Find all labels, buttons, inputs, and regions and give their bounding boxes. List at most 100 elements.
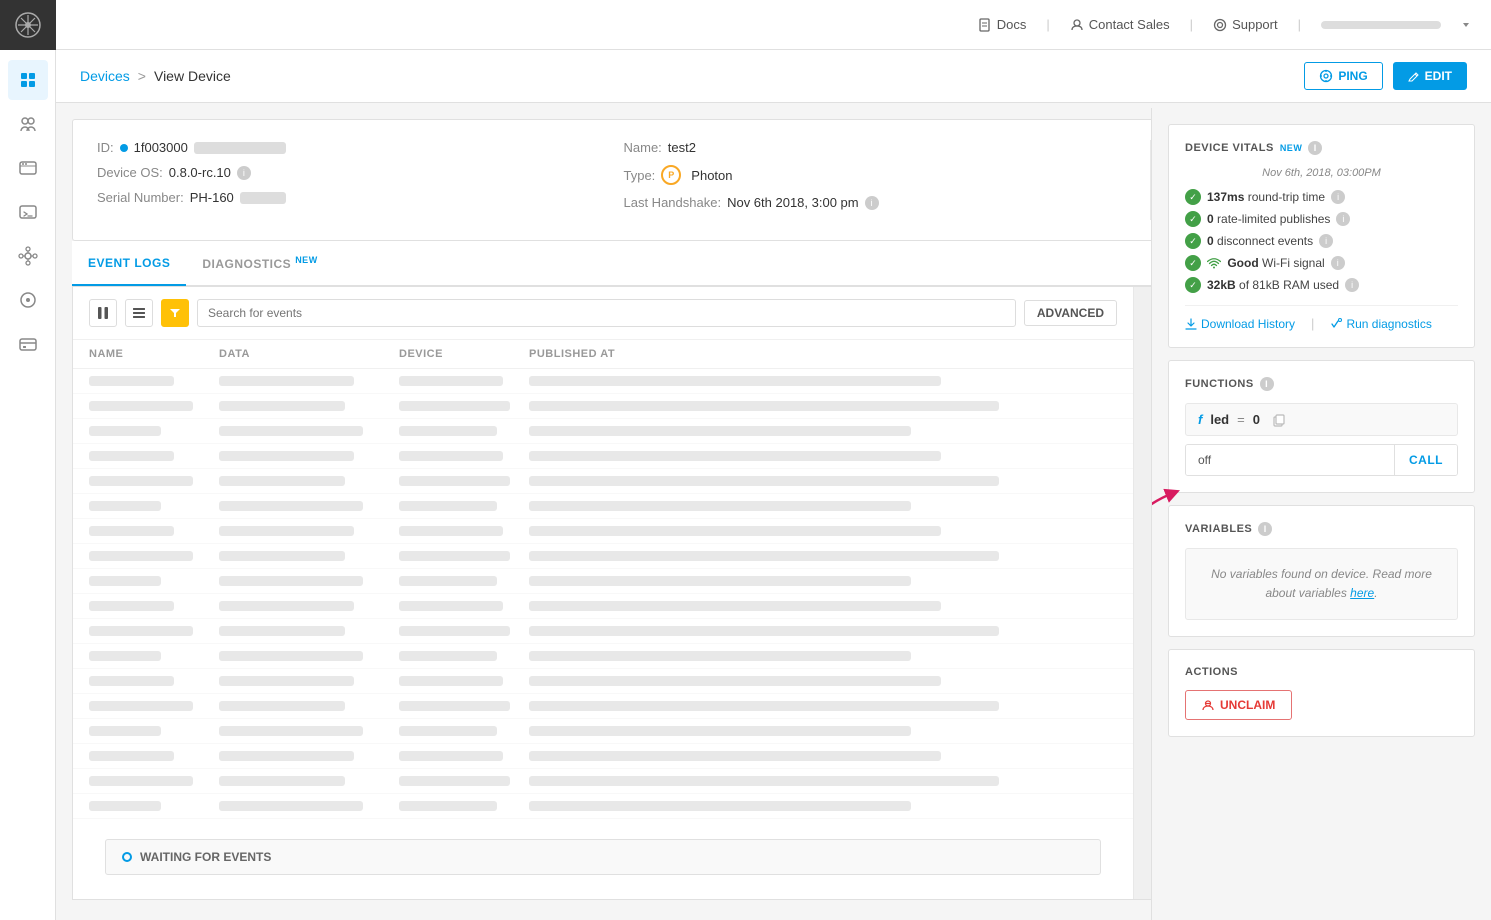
func-input[interactable] — [1186, 445, 1394, 475]
col-data: DATA — [219, 348, 399, 360]
actions-title: ACTIONS — [1185, 666, 1458, 678]
run-diagnostics-link[interactable]: Run diagnostics — [1330, 316, 1431, 331]
sidebar-item-cli[interactable] — [8, 192, 48, 232]
header-actions: PING EDIT — [1304, 62, 1467, 90]
breadcrumb: Devices > View Device — [80, 68, 231, 84]
vital-wifi: Good Wi-Fi signal i — [1185, 255, 1458, 271]
waiting-dot — [122, 852, 132, 862]
device-type: Photon — [691, 168, 732, 183]
subheader: Devices > View Device PING EDIT — [56, 50, 1491, 103]
table-row — [73, 719, 1133, 744]
table-row — [73, 669, 1133, 694]
variables-empty: No variables found on device. Read more … — [1185, 548, 1458, 620]
func-input-row: CALL — [1185, 444, 1458, 476]
variables-info-icon[interactable]: i — [1258, 522, 1272, 536]
col-published-at: PUBLISHED AT — [529, 348, 1117, 360]
filter-button[interactable] — [161, 299, 189, 327]
func-val: 0 — [1253, 412, 1260, 427]
top-nav: Docs | Contact Sales | Support | — [978, 17, 1471, 32]
rtt-info-icon[interactable]: i — [1331, 190, 1345, 204]
functions-info-icon[interactable]: i — [1260, 377, 1274, 391]
download-history-link[interactable]: Download History — [1185, 316, 1295, 331]
ram-check-icon — [1185, 277, 1201, 293]
rate-info-icon[interactable]: i — [1336, 212, 1350, 226]
advanced-button[interactable]: ADVANCED — [1024, 300, 1117, 326]
unclaim-icon — [1202, 699, 1214, 711]
handshake-value: Nov 6th 2018, 3:00 pm — [727, 195, 859, 210]
support-link[interactable]: Support — [1213, 17, 1278, 32]
device-os-value: 0.8.0-rc.10 — [169, 165, 231, 180]
photon-badge: P — [661, 165, 681, 185]
breadcrumb-devices[interactable]: Devices — [80, 68, 130, 84]
serial-blurred: ■■■■■■■ — [240, 192, 287, 204]
vitals-info-icon[interactable]: i — [1308, 141, 1322, 155]
handshake-info-icon[interactable]: i — [865, 196, 879, 210]
docs-link[interactable]: Docs — [978, 17, 1027, 32]
table-row — [73, 544, 1133, 569]
func-led-row: f led = 0 — [1185, 403, 1458, 436]
functions-title: FUNCTIONS i — [1185, 377, 1458, 391]
topbar: Docs | Contact Sales | Support | — [0, 0, 1491, 50]
device-info-mid: Name: test2 Type: P Photon Last Handshak… — [624, 140, 1151, 220]
table-row — [73, 644, 1133, 669]
sidebar-item-groups[interactable] — [8, 104, 48, 144]
table-row — [73, 794, 1133, 819]
sidebar-item-devices[interactable] — [8, 60, 48, 100]
func-f-icon: f — [1198, 412, 1202, 427]
table-row — [73, 369, 1133, 394]
pause-icon — [98, 307, 108, 319]
sidebar-item-integrations[interactable] — [8, 236, 48, 276]
device-id: 1f003000 — [134, 140, 188, 155]
list-view-button[interactable] — [125, 299, 153, 327]
sidebar-item-console[interactable] — [8, 148, 48, 188]
rate-check-icon — [1185, 211, 1201, 227]
logo[interactable] — [0, 0, 56, 50]
vitals-actions: Download History | Run diagnostics — [1185, 305, 1458, 331]
device-os-row: Device OS: 0.8.0-rc.10 i — [97, 165, 624, 180]
edit-button[interactable]: EDIT — [1393, 62, 1467, 90]
func-name: led — [1210, 412, 1229, 427]
contact-sales-link[interactable]: Contact Sales — [1070, 17, 1170, 32]
vitals-timestamp: Nov 6th, 2018, 03:00PM — [1185, 167, 1458, 179]
tab-event-logs[interactable]: EVENT LOGS — [72, 242, 186, 286]
diagnostics-icon — [1330, 318, 1342, 330]
actions-card: ACTIONS UNCLAIM — [1168, 649, 1475, 737]
unclaim-button[interactable]: UNCLAIM — [1185, 690, 1292, 720]
sidebar-item-billing[interactable] — [8, 324, 48, 364]
waiting-area: WAITING FOR EVENTS — [73, 819, 1133, 899]
handshake-row: Last Handshake: Nov 6th 2018, 3:00 pm i — [624, 195, 1151, 210]
ping-button[interactable]: PING — [1304, 62, 1382, 90]
variables-here-link[interactable]: here — [1350, 586, 1374, 600]
skeleton-rows — [73, 369, 1133, 819]
table-row — [73, 519, 1133, 544]
wifi-info-icon[interactable]: i — [1331, 256, 1345, 270]
disconnect-info-icon[interactable]: i — [1319, 234, 1333, 248]
waiting-label: WAITING FOR EVENTS — [140, 850, 271, 864]
chevron-down-icon — [1461, 20, 1471, 30]
device-vitals-title: DEVICE VITALS NEW i — [1185, 141, 1458, 155]
tab-diagnostics[interactable]: DIAGNOSTICSNEW — [186, 241, 333, 287]
serial-row: Serial Number: PH-160 ■■■■■■■ — [97, 190, 624, 205]
user-menu[interactable] — [1321, 21, 1441, 29]
table-row — [73, 444, 1133, 469]
search-input[interactable] — [197, 299, 1016, 327]
ram-info-icon[interactable]: i — [1345, 278, 1359, 292]
copy-icon[interactable] — [1272, 413, 1286, 427]
device-os-info-icon[interactable]: i — [237, 166, 251, 180]
event-logs-panel: ADVANCED NAME DATA DEVICE PUBLISHED AT — [73, 287, 1134, 899]
event-toolbar: ADVANCED — [73, 287, 1133, 340]
edit-icon — [1408, 70, 1420, 82]
disconnect-check-icon — [1185, 233, 1201, 249]
col-name: NAME — [89, 348, 219, 360]
variables-card: VARIABLES i No variables found on device… — [1168, 505, 1475, 637]
device-type-row: Type: P Photon — [624, 165, 1151, 185]
sidebar-item-functions[interactable] — [8, 280, 48, 320]
device-id-blurred: ■■■■■■■■■■■■ — [194, 142, 286, 154]
pause-button[interactable] — [89, 299, 117, 327]
event-table-header: NAME DATA DEVICE PUBLISHED AT — [73, 340, 1133, 369]
list-icon — [133, 308, 145, 318]
call-button[interactable]: CALL — [1394, 445, 1457, 475]
breadcrumb-current: View Device — [154, 68, 231, 84]
table-row — [73, 744, 1133, 769]
waiting-banner: WAITING FOR EVENTS — [105, 839, 1101, 875]
